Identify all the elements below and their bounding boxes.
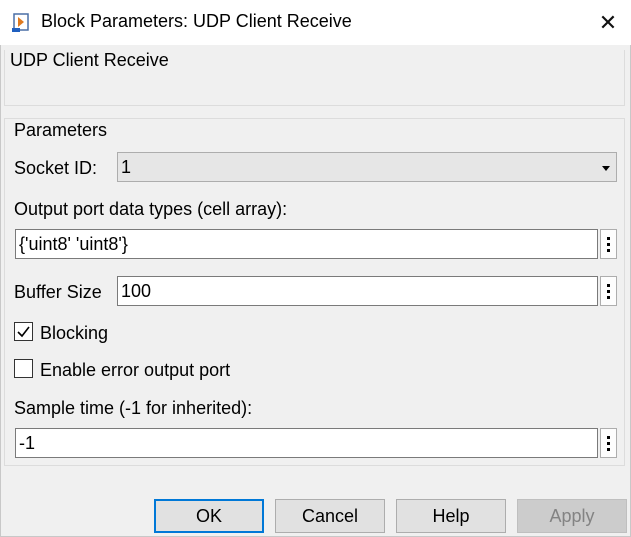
output-types-more-icon[interactable] bbox=[600, 229, 617, 259]
blocking-label[interactable]: Blocking bbox=[40, 323, 108, 344]
output-types-field[interactable]: {'uint8' 'uint8'} bbox=[15, 229, 598, 259]
simulink-block-icon bbox=[11, 12, 32, 33]
output-types-label: Output port data types (cell array): bbox=[14, 199, 288, 219]
checkmark-icon bbox=[17, 326, 30, 338]
socket-id-label: Socket ID: bbox=[14, 158, 98, 178]
title-bar[interactable]: Block Parameters: UDP Client Receive ✕ bbox=[0, 0, 631, 45]
buffer-size-label: Buffer Size bbox=[14, 282, 102, 302]
sample-time-value: -1 bbox=[19, 433, 36, 453]
sample-time-more-icon[interactable] bbox=[600, 428, 617, 458]
close-icon[interactable]: ✕ bbox=[585, 0, 631, 45]
window-title: Block Parameters: UDP Client Receive bbox=[41, 11, 352, 31]
ok-button[interactable]: OK bbox=[154, 499, 264, 533]
socket-id-value: 1 bbox=[121, 157, 132, 177]
blocking-checkbox[interactable] bbox=[14, 322, 33, 341]
buffer-size-field[interactable]: 100 bbox=[117, 276, 598, 306]
chevron-down-icon bbox=[602, 166, 610, 171]
socket-id-dropdown[interactable]: 1 bbox=[117, 152, 617, 182]
apply-button[interactable]: Apply bbox=[517, 499, 627, 533]
help-button[interactable]: Help bbox=[396, 499, 506, 533]
parameters-heading: Parameters bbox=[14, 120, 108, 140]
buffer-size-value: 100 bbox=[121, 281, 152, 301]
output-types-value: {'uint8' 'uint8'} bbox=[19, 234, 128, 254]
cancel-button[interactable]: Cancel bbox=[275, 499, 385, 533]
error-port-checkbox[interactable] bbox=[14, 359, 33, 378]
error-port-label[interactable]: Enable error output port bbox=[40, 360, 230, 381]
sample-time-label: Sample time (-1 for inherited): bbox=[14, 398, 253, 418]
buffer-size-more-icon[interactable] bbox=[600, 276, 617, 306]
block-name-heading: UDP Client Receive bbox=[10, 50, 169, 70]
sample-time-field[interactable]: -1 bbox=[15, 428, 598, 458]
